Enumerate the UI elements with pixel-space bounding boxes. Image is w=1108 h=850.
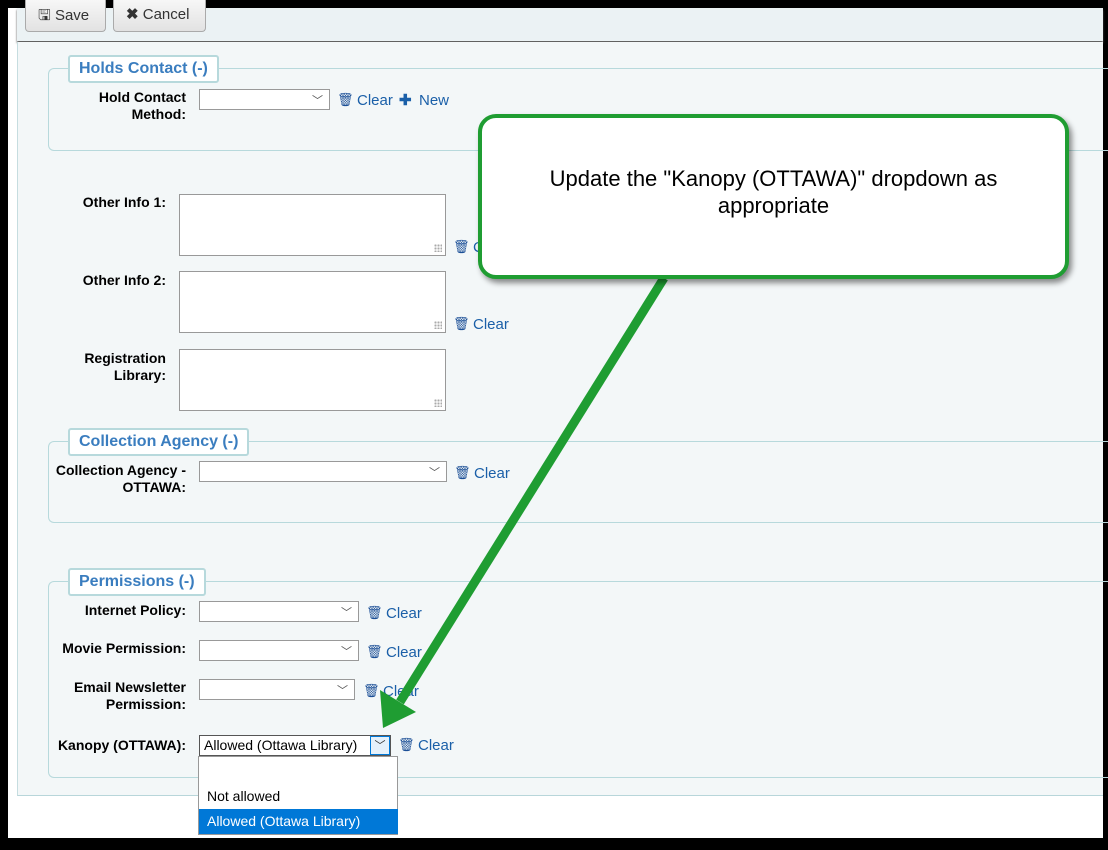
- annotation-callout: Update the "Kanopy (OTTAWA)" dropdown as…: [478, 114, 1069, 279]
